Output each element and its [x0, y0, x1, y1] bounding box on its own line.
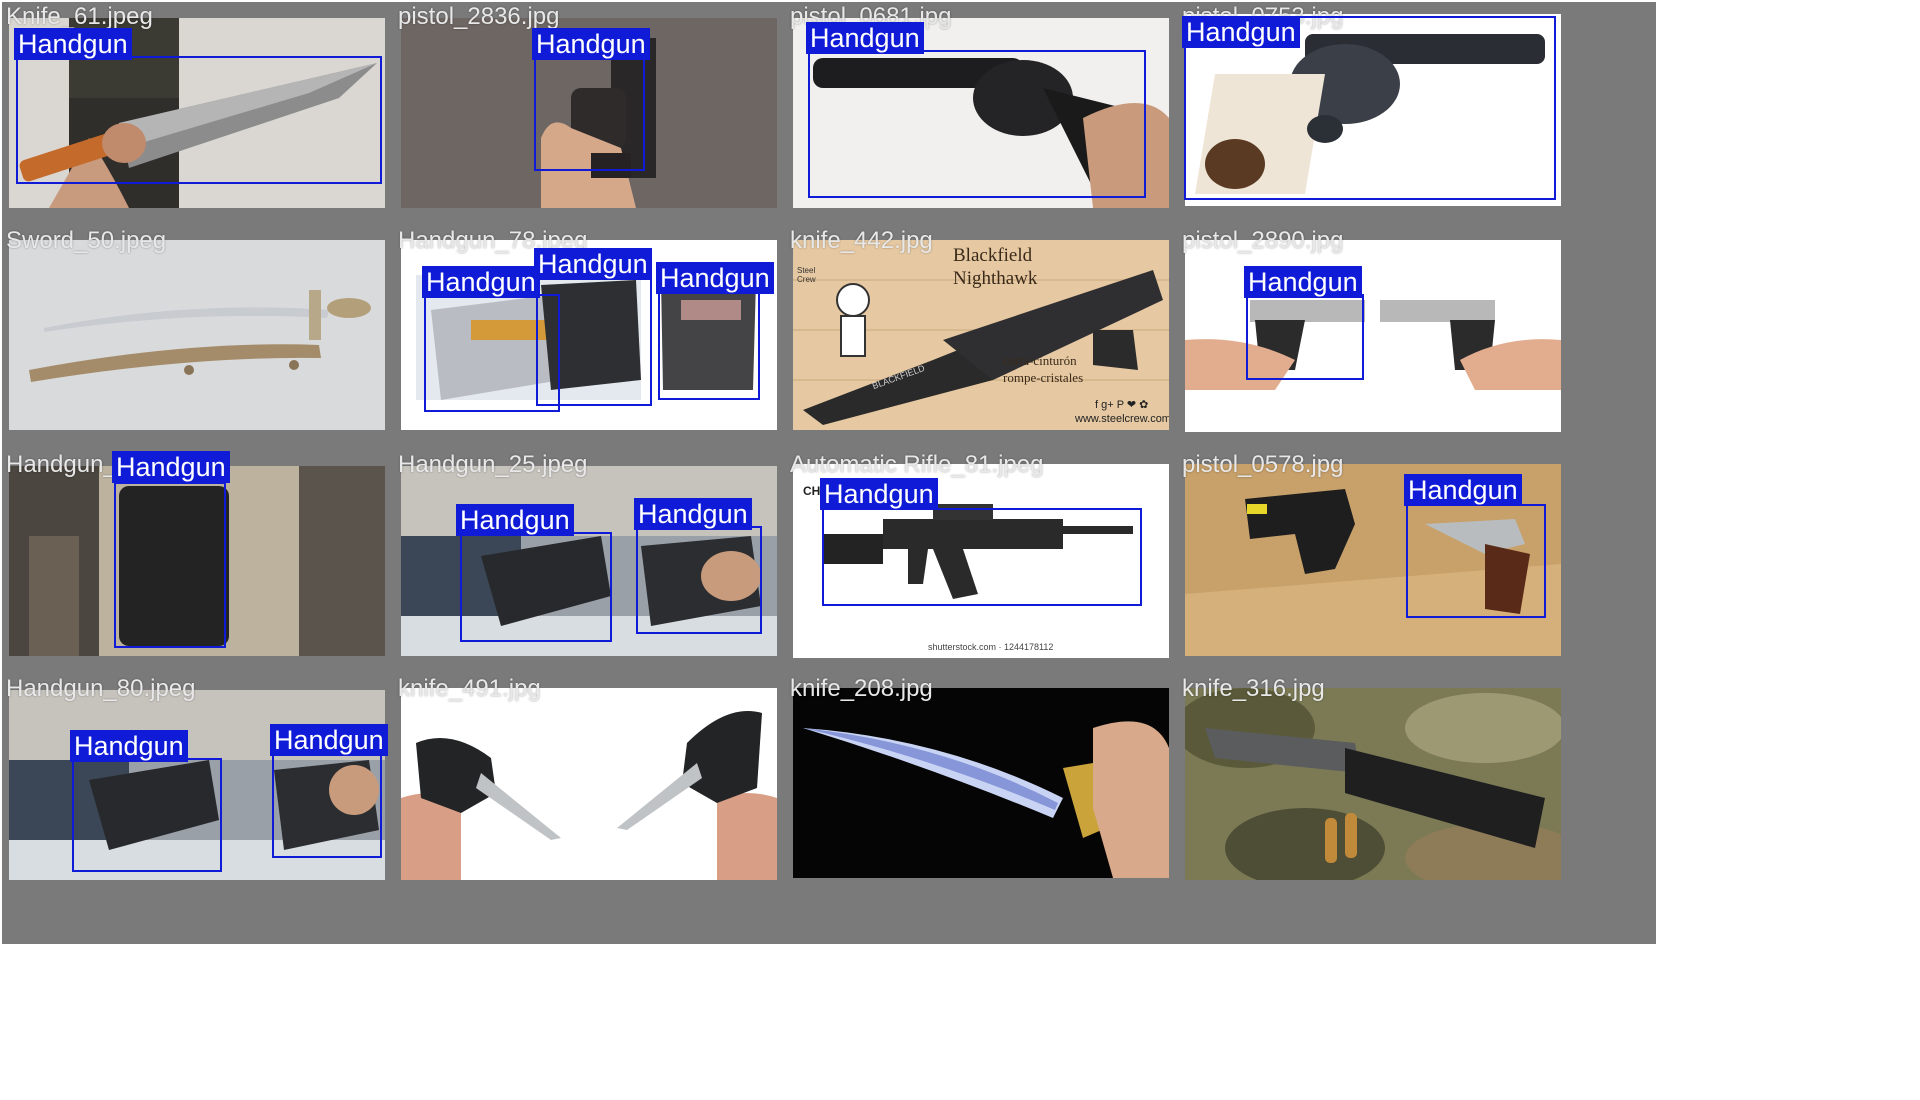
- social-icons: f g+ P ❤ ✿: [1095, 399, 1149, 411]
- detection-label: Handgun: [270, 724, 388, 756]
- filename-label: knife_208.jpg: [790, 675, 933, 702]
- detection-label: Handgun: [456, 504, 574, 536]
- detection-mosaic: Knife_61.jpeg Handgun pistol_2836.jpg Ha…: [0, 0, 1920, 1100]
- filename-label: Automatic Rifle_81.jpeg: [790, 451, 1044, 478]
- product-title-line: Nighthawk: [953, 268, 1038, 289]
- detection-label: Handgun: [1244, 266, 1362, 298]
- product-title-line: Blackfield: [953, 245, 1033, 266]
- detection-box: [114, 482, 226, 648]
- detection-box: [1406, 504, 1546, 618]
- filename-label: pistol_2836.jpg: [398, 3, 560, 30]
- filename-label: knife_491.jpg: [398, 675, 541, 702]
- tile-photo: [1185, 688, 1561, 880]
- detection-label: Handgun: [534, 248, 652, 280]
- detection-box: [272, 752, 382, 858]
- gloved-knives-photo: [401, 688, 777, 880]
- detection-box: [658, 290, 760, 400]
- feature-line: rompe-cristales: [1003, 370, 1084, 385]
- filename-label: knife_442.jpg: [790, 227, 933, 254]
- detection-label: Handgun: [112, 451, 230, 483]
- stock-credit: shutterstock.com · 1244178112: [928, 642, 1054, 652]
- website-url: www.steelcrew.com: [1075, 413, 1169, 425]
- detection-box: [822, 508, 1142, 606]
- tile-photo: [9, 240, 385, 430]
- detection-box: [460, 532, 612, 642]
- detection-box: [16, 56, 382, 184]
- product-title: Blackfield Nighthawk: [953, 244, 1037, 290]
- detection-label: Handgun: [70, 730, 188, 762]
- filename-label: Sword_50.jpeg: [6, 227, 167, 254]
- filename-label: Handgun_25.jpeg: [398, 451, 588, 478]
- detection-box: [72, 758, 222, 872]
- filename-label: knife_316.jpg: [1182, 675, 1325, 702]
- detection-label: Handgun: [634, 498, 752, 530]
- tile-photo: [1185, 240, 1561, 432]
- filename-label: pistol_2890.jpg: [1182, 227, 1344, 254]
- detection-label: Handgun: [656, 262, 774, 294]
- knife-photo: [793, 688, 1169, 878]
- detection-label: Handgun: [14, 28, 132, 60]
- detection-box: [536, 276, 652, 406]
- detection-label: Handgun: [1182, 16, 1300, 48]
- tile-photo: [793, 688, 1169, 878]
- detection-label: Handgun: [820, 478, 938, 510]
- pistols-photo: [1185, 240, 1561, 432]
- detection-label: Handgun: [806, 22, 924, 54]
- filename-label: Knife_61.jpeg: [6, 3, 153, 30]
- filename-label: Handgun_80.jpeg: [6, 675, 196, 702]
- filename-label: pistol_0578.jpg: [1182, 451, 1344, 478]
- feature-text: corta-cinturón rompe-cristales: [1003, 352, 1083, 386]
- feature-line: corta-cinturón: [1003, 353, 1077, 368]
- tile-photo: Blackfield Nighthawk corta-cinturón romp…: [793, 240, 1169, 430]
- detection-box: [1246, 294, 1364, 380]
- sword-photo: [9, 240, 385, 430]
- camo-knife-photo: [1185, 688, 1561, 880]
- detection-label: Handgun: [1404, 474, 1522, 506]
- tile-photo: [401, 688, 777, 880]
- image-tile[interactable]: knife_316.jpg: [1178, 674, 1656, 944]
- detection-label: Handgun: [532, 28, 650, 60]
- detection-label: Handgun: [422, 266, 540, 298]
- crew-logo-text: Steel Crew: [797, 266, 816, 284]
- detection-box: [808, 50, 1146, 198]
- detection-box: [636, 526, 762, 634]
- filename-label: Handgun_: [6, 451, 117, 478]
